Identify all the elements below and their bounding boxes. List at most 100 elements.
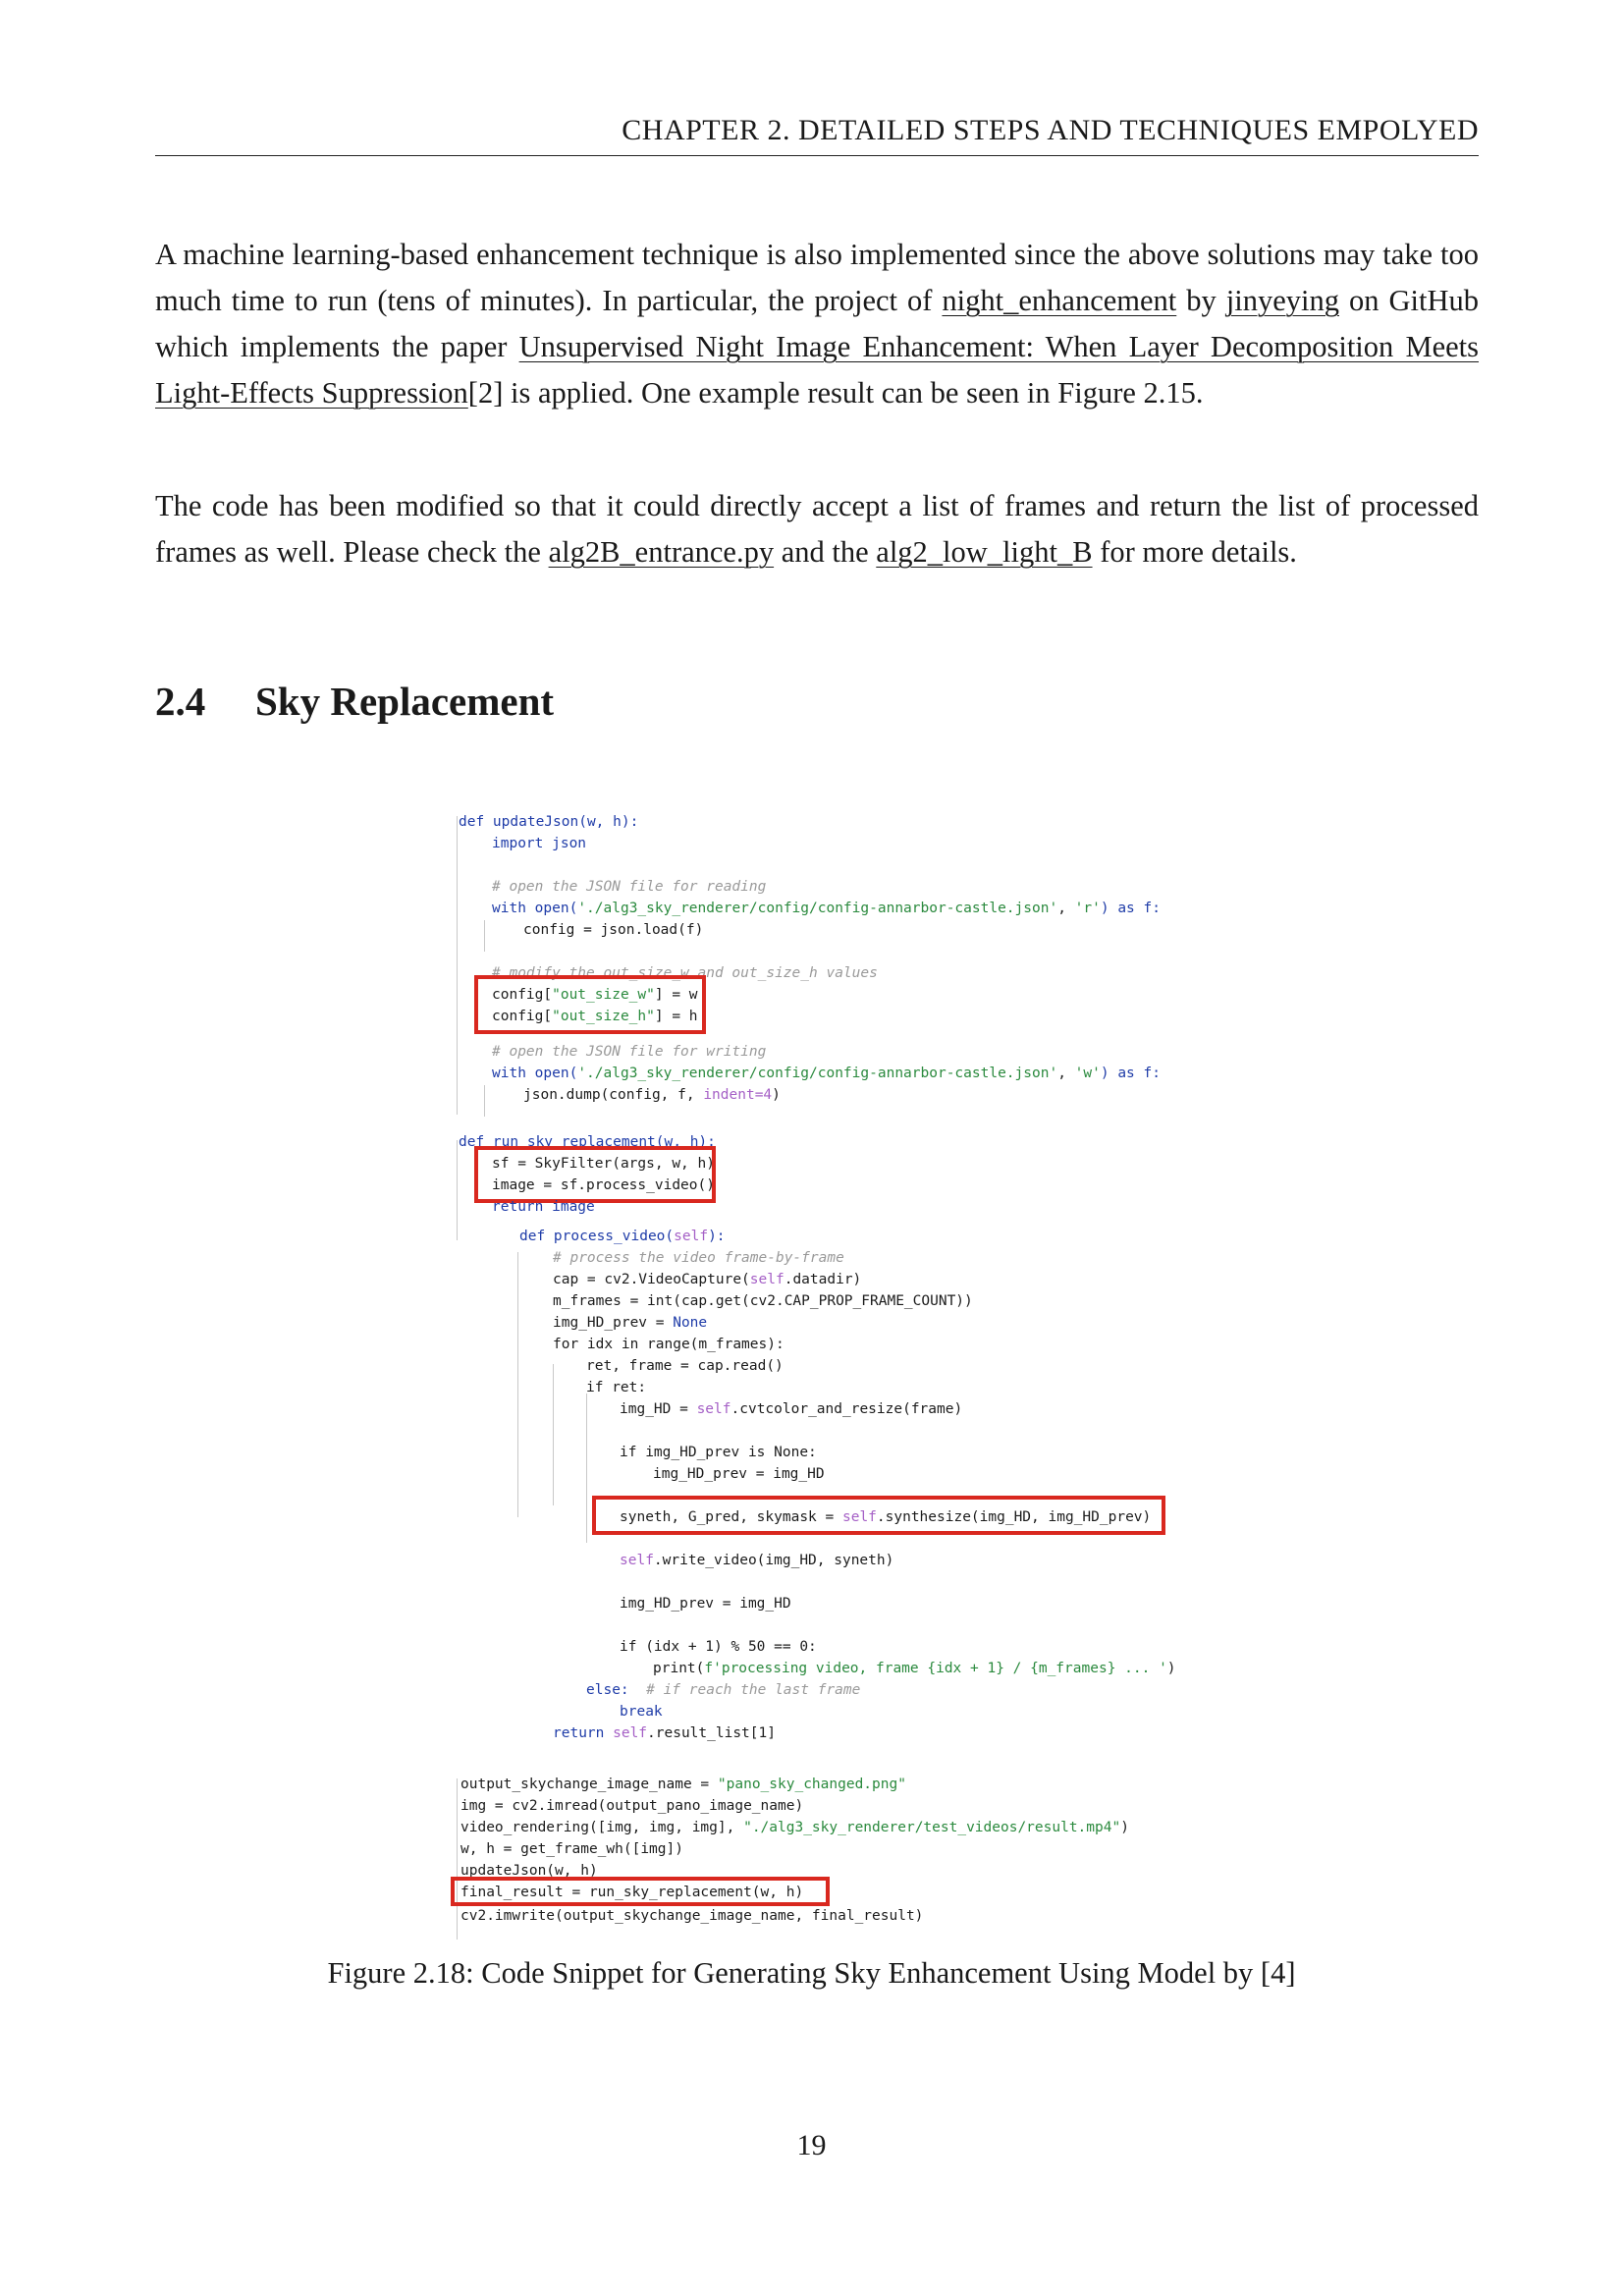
code-text: cap = cv2.VideoCapture( [553, 1272, 750, 1287]
code-line: json.dump(config, f, indent=4) [523, 1085, 781, 1105]
code-line: img = cv2.imread(output_pano_image_name) [460, 1798, 804, 1814]
code-line: output_skychange_image_name = "pano_sky_… [460, 1775, 906, 1794]
code-line: cv2.imwrite(output_skychange_image_name,… [460, 1908, 924, 1924]
code-text: img_HD = [620, 1401, 697, 1417]
code-string: 'r' [1074, 901, 1101, 916]
running-head-text: CHAPTER 2. DETAILED STEPS AND TECHNIQUES… [622, 114, 1479, 146]
code-text: ): [708, 1229, 726, 1244]
code-line: print(f'processing video, frame {idx + 1… [653, 1659, 1176, 1678]
running-header: CHAPTER 2. DETAILED STEPS AND TECHNIQUES… [155, 114, 1479, 156]
code-text: .datadir) [784, 1272, 862, 1287]
code-comment: # open the JSON file for reading [492, 879, 767, 895]
code-text: output_skychange_image_name = [460, 1777, 718, 1792]
code-param: indent=4 [703, 1087, 773, 1103]
code-comment: # open the JSON file for writing [492, 1044, 767, 1060]
code-line: config = json.load(f) [523, 922, 704, 938]
page-number: 19 [796, 2129, 827, 2161]
code-text: , [1057, 1066, 1075, 1081]
code-self: self [749, 1272, 784, 1287]
code-line: return self.result_list[1] [553, 1723, 776, 1743]
code-text: def process_video( [519, 1229, 675, 1244]
code-text: .cvtcolor_and_resize(frame) [730, 1401, 963, 1417]
code-text: ) as f: [1100, 901, 1161, 916]
code-self: self [696, 1401, 731, 1417]
paragraph-code-modified: The code has been modified so that it co… [155, 483, 1479, 575]
code-text: print( [653, 1661, 705, 1676]
code-string: "pano_sky_changed.png" [717, 1777, 906, 1792]
code-gutter [457, 816, 458, 1115]
code-text: ) [1166, 1661, 1176, 1676]
text-span: for more details. [1092, 535, 1297, 569]
link-alg2b-entrance[interactable]: alg2B_entrance.py [549, 535, 775, 569]
code-line: img_HD_prev = img_HD [620, 1596, 791, 1612]
code-line: if img_HD_prev is None: [620, 1445, 817, 1460]
code-keyword: None [673, 1315, 708, 1331]
code-line: import json [492, 834, 586, 853]
highlight-box-config-size [474, 975, 706, 1034]
code-gutter [586, 1394, 587, 1543]
code-self: self [613, 1725, 648, 1741]
code-gutter [553, 1364, 554, 1505]
section-heading: 2.4 Sky Replacement [155, 678, 554, 725]
code-line: cap = cv2.VideoCapture(self.datadir) [553, 1270, 861, 1289]
code-line: video_rendering([img, img, img], "./alg3… [460, 1818, 1129, 1837]
code-text: ) [1120, 1820, 1129, 1835]
code-line: with open('./alg3_sky_renderer/config/co… [492, 899, 1161, 918]
code-self: self [674, 1229, 709, 1244]
code-line: self.write_video(img_HD, syneth) [620, 1551, 893, 1570]
link-jinyeying[interactable]: jinyeying [1226, 284, 1339, 317]
section-title: Sky Replacement [255, 679, 555, 724]
code-line: else: # if reach the last frame [586, 1680, 860, 1700]
link-night-enhancement[interactable]: night_enhancement [942, 284, 1176, 317]
code-text: break [620, 1704, 663, 1720]
text-span: by [1176, 284, 1226, 317]
highlight-box-synthesize [592, 1496, 1165, 1535]
code-text: img_HD_prev = [553, 1315, 674, 1331]
text-span: and the [774, 535, 877, 569]
code-string: f'processing video, frame {idx + 1} / {m… [704, 1661, 1167, 1676]
code-gutter [517, 1252, 518, 1517]
code-snippet-figure: def updateJson(w, h): import json # open… [447, 800, 1193, 1940]
highlight-box-skyfilter [474, 1146, 716, 1203]
code-line: m_frames = int(cap.get(cv2.CAP_PROP_FRAM… [553, 1293, 973, 1309]
code-string: "./alg3_sky_renderer/test_videos/result.… [743, 1820, 1121, 1835]
code-text: json.dump(config, f, [523, 1087, 704, 1103]
code-text: with open( [492, 901, 578, 916]
code-string: 'w' [1074, 1066, 1101, 1081]
code-text: return [553, 1725, 614, 1741]
code-text: else: [586, 1682, 629, 1698]
code-line: w, h = get_frame_wh([img]) [460, 1841, 683, 1857]
code-comment: # if reach the last frame [628, 1682, 861, 1698]
highlight-box-final-result [451, 1877, 830, 1906]
code-text: .write_video(img_HD, syneth) [653, 1553, 894, 1568]
code-text: ) [772, 1087, 781, 1103]
link-alg2-low-light-b[interactable]: alg2_low_light_B [876, 535, 1092, 569]
code-gutter [457, 1140, 458, 1240]
figure-caption: Figure 2.18: Code Snippet for Generating… [327, 1956, 1296, 1990]
code-text: ) as f: [1100, 1066, 1161, 1081]
text-span: [2] is applied. One example result can b… [467, 376, 1204, 410]
code-self: self [620, 1553, 654, 1568]
code-text: return image [492, 1199, 595, 1215]
code-line: ret, frame = cap.read() [586, 1358, 784, 1374]
code-line: if (idx + 1) % 50 == 0: [620, 1639, 817, 1655]
code-line: with open('./alg3_sky_renderer/config/co… [492, 1064, 1161, 1083]
code-line: for idx in range(m_frames): [553, 1337, 784, 1352]
code-text: video_rendering([img, img, img], [460, 1820, 744, 1835]
code-line: img_HD = self.cvtcolor_and_resize(frame) [620, 1399, 962, 1419]
code-line: def updateJson(w, h): [459, 812, 638, 832]
code-gutter [484, 1085, 485, 1117]
code-line: img_HD_prev = img_HD [653, 1466, 825, 1482]
code-line: if ret: [586, 1380, 647, 1395]
code-comment: # process the video frame-by-frame [553, 1250, 844, 1266]
code-string: './alg3_sky_renderer/config/config-annar… [577, 901, 1058, 916]
code-gutter [457, 1778, 458, 1940]
code-line: break [620, 1702, 663, 1722]
code-text: .result_list[1] [647, 1725, 776, 1741]
code-text: , [1057, 901, 1075, 916]
code-text: import json [492, 836, 587, 851]
code-line: img_HD_prev = None [553, 1313, 707, 1333]
code-gutter [484, 920, 485, 952]
code-line: return image [492, 1197, 595, 1217]
code-string: './alg3_sky_renderer/config/config-annar… [577, 1066, 1058, 1081]
